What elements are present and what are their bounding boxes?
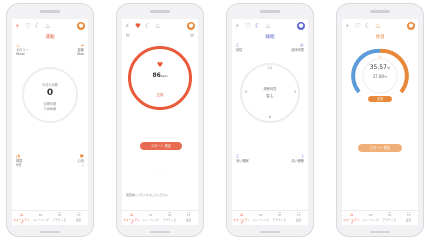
heart-icon[interactable]: ♡ xyxy=(25,22,31,30)
sleep-icon[interactable]: ☾ xyxy=(255,22,261,30)
scroll-hint-icon: ⌄ xyxy=(158,167,162,172)
tab-warmup[interactable]: ⌂ ウォームアップ xyxy=(232,213,251,225)
sleep-duration-value: なし xyxy=(266,93,274,98)
speaker xyxy=(40,10,60,13)
thermometer-icon[interactable]: ♨ xyxy=(375,22,381,30)
stat-mini-left: ▤ xyxy=(126,33,130,37)
steps-label: 今日の歩数 xyxy=(42,83,58,87)
start-measure-button[interactable]: スタート 測定 xyxy=(140,142,182,150)
home-indicator xyxy=(260,231,280,233)
thermometer-icon[interactable]: ♨ xyxy=(265,22,271,30)
tab-activity[interactable]: ☰ アクティビ xyxy=(50,213,69,222)
steps-value: 0 xyxy=(46,88,54,98)
running-icon[interactable]: ⚡ xyxy=(15,22,20,30)
heart-status: 正常 xyxy=(156,93,164,97)
profile-icon[interactable]: ● xyxy=(187,22,195,30)
running-icon[interactable]: ⚡ xyxy=(235,22,240,30)
page-title: 運動 xyxy=(45,35,55,40)
stat-bedtime: ☾ 就寝 xyxy=(236,43,243,53)
stat-deep-sleep: ☾ 深い睡眠 xyxy=(236,154,249,164)
screen-heart-rate: ⚡ ♥ ☾ ♨ ● ▤ ▤ ♥ 86bpm 正常 スタート 測定 ⌄ 測定前にリ… xyxy=(122,19,198,225)
top-nav: ⚡ ♡ ☾ ♨ ● xyxy=(15,22,85,31)
tab-activity[interactable]: ☰ アクティビ xyxy=(380,213,399,222)
page-title: 睡眠 xyxy=(265,35,275,40)
tab-activity[interactable]: ☰ アクティビ xyxy=(270,213,289,222)
chart-icon: ▤ xyxy=(190,32,194,37)
page-title: 体温 xyxy=(375,35,385,40)
tab-warmup[interactable]: ⌂ ウォームアップ xyxy=(342,213,361,225)
tab-training[interactable]: ⚍ トレーニング xyxy=(361,213,380,222)
chart-icon: ▤ xyxy=(126,32,130,37)
stat-calories: ♨ カロリー 0kcal xyxy=(16,43,29,57)
temp-secondary: 37.80℃ xyxy=(342,74,418,79)
bpm-value: 86 xyxy=(152,72,161,79)
temp-readout: 35.57℃ xyxy=(342,64,418,71)
stat-time: ◔ 時間 0分 xyxy=(16,154,23,168)
profile-icon[interactable]: ● xyxy=(297,22,305,30)
heart-icon[interactable]: ♥ xyxy=(135,22,141,30)
tab-bar: ⌂ ウォームアップ ⚍ トレーニング ☰ アクティビ ☷ 設定 xyxy=(342,210,418,225)
thermometer-icon[interactable]: ♨ xyxy=(155,22,161,30)
phone-exercise: ⚡ ♡ ☾ ♨ ● 運動 ♨ カロリー 0kcal ⌖ 距離 0km 今日の歩数 0… xyxy=(6,3,94,237)
tab-warmup[interactable]: ⌂ ウォームアップ xyxy=(122,213,141,225)
stat-distance: ⌖ 距離 0km xyxy=(77,43,84,57)
home-indicator xyxy=(370,231,390,233)
tab-bar: ⌂ ウォームアップ ⚍ トレーニング ☰ アクティビ ☷ 設定 xyxy=(122,210,198,225)
phone-sleep: ⚡ ♡ ☾ ♨ ● 睡眠 ☾ 就寝 ☼ 起床時間 12 3 6 9 睡眠時間 なし … xyxy=(226,3,314,237)
heart-icon[interactable]: ♡ xyxy=(355,22,361,30)
sleep-icon[interactable]: ☾ xyxy=(145,22,151,30)
temp2-value: 37.80 xyxy=(372,74,385,79)
tab-training[interactable]: ⚍ トレーニング xyxy=(251,213,270,222)
thermometer-icon[interactable]: ♨ xyxy=(45,22,51,30)
stat-mini-right: ▤ xyxy=(190,33,194,37)
sleep-icon[interactable]: ☾ xyxy=(365,22,371,30)
heart-icon[interactable]: ♡ xyxy=(245,22,251,30)
temp-unit: ℃ xyxy=(386,66,391,70)
goal-value: 7,000歩 xyxy=(43,107,57,111)
tab-settings[interactable]: ☷ 設定 xyxy=(289,213,308,222)
top-nav: ⚡ ♥ ☾ ♨ ● xyxy=(125,22,195,31)
tab-activity[interactable]: ☰ アクティビ xyxy=(160,213,179,222)
screen-temperature: ⚡ ♡ ☾ ♨ ● 体温 ♨ 35.57℃ 37.80℃ 正常 スタート 測定 … xyxy=(342,19,418,225)
temp2-unit: ℃ xyxy=(384,75,388,79)
speaker xyxy=(150,10,170,13)
running-icon[interactable]: ⚡ xyxy=(345,22,350,30)
tab-training[interactable]: ⚍ トレーニング xyxy=(141,213,160,222)
temp-value: 35.57 xyxy=(369,64,387,71)
home-indicator xyxy=(150,231,170,233)
measure-hint: 測定前にリラックスしてください xyxy=(126,193,168,197)
tab-settings[interactable]: ☷ 設定 xyxy=(69,213,88,222)
tab-warmup[interactable]: ⌂ ウォームアップ xyxy=(12,213,31,225)
clock-12: 12 xyxy=(267,66,273,70)
tab-bar: ⌂ ウォームアップ ⚍ トレーニング ☰ アクティビ ☷ 設定 xyxy=(12,210,88,225)
speaker xyxy=(370,10,390,13)
phone-temperature: ⚡ ♡ ☾ ♨ ● 体温 ♨ 35.57℃ 37.80℃ 正常 スタート 測定 … xyxy=(336,3,424,237)
tab-settings[interactable]: ☷ 設定 xyxy=(399,213,418,222)
stat-wake: ☼ 起床時間 xyxy=(291,43,304,53)
top-nav: ⚡ ♡ ☾ ♨ ● xyxy=(235,22,305,31)
running-icon[interactable]: ⚡ xyxy=(125,22,130,30)
phone-heart-rate: ⚡ ♥ ☾ ♨ ● ▤ ▤ ♥ 86bpm 正常 スタート 測定 ⌄ 測定前にリ… xyxy=(116,3,204,237)
sleep-duration-label: 睡眠時間 xyxy=(263,87,277,91)
top-nav: ⚡ ♡ ☾ ♨ ● xyxy=(345,22,415,31)
bpm-unit: bpm xyxy=(160,74,168,78)
profile-icon[interactable]: ● xyxy=(407,22,415,30)
bpm-readout: 86bpm xyxy=(122,72,198,79)
start-measure-button[interactable]: スタート 測定 xyxy=(358,144,402,152)
tab-training[interactable]: ⚍ トレーニング xyxy=(31,213,50,222)
clock-6: 6 xyxy=(268,115,272,119)
screen-sleep: ⚡ ♡ ☾ ♨ ● 睡眠 ☾ 就寝 ☼ 起床時間 12 3 6 9 睡眠時間 なし … xyxy=(232,19,308,225)
tab-bar: ⌂ ウォームアップ ⚍ トレーニング ☰ アクティビ ☷ 設定 xyxy=(232,210,308,225)
profile-icon[interactable]: ● xyxy=(77,22,85,30)
temp-status-badge: 正常 xyxy=(368,96,392,102)
screen-exercise: ⚡ ♡ ☾ ♨ ● 運動 ♨ カロリー 0kcal ⌖ 距離 0km 今日の歩数 0… xyxy=(12,19,88,225)
speaker xyxy=(260,10,280,13)
heart-beat-icon: ♥ xyxy=(156,61,164,69)
thermometer-icon: ♨ xyxy=(378,54,382,59)
stat-heart: ♥ 心拍 -- xyxy=(77,154,84,168)
tab-settings[interactable]: ☷ 設定 xyxy=(179,213,198,222)
home-indicator xyxy=(40,231,60,233)
stat-light-sleep: ☽ 浅い睡眠 xyxy=(291,154,304,164)
sleep-icon[interactable]: ☾ xyxy=(35,22,41,30)
